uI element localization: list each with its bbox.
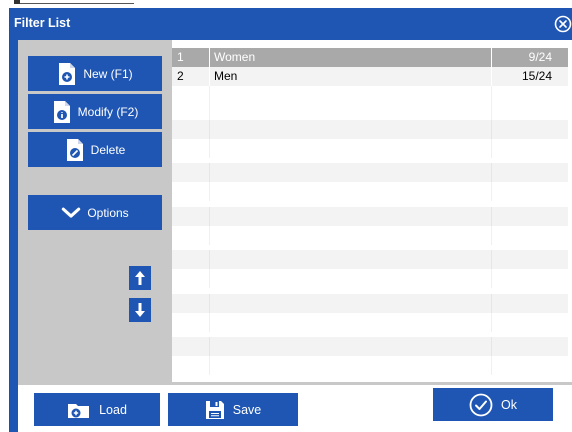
check-circle-icon xyxy=(469,393,493,416)
close-button[interactable] xyxy=(553,14,572,34)
empty-row xyxy=(172,86,568,120)
arrow-down-icon xyxy=(135,303,145,317)
empty-row xyxy=(172,337,568,356)
footer-divider xyxy=(18,382,572,385)
empty-row xyxy=(172,120,568,139)
empty-row xyxy=(172,250,568,269)
new-button[interactable]: New (F1) xyxy=(28,56,162,91)
ok-button[interactable]: Ok xyxy=(433,388,553,421)
window-title: Filter List xyxy=(14,16,71,30)
arrow-up-icon xyxy=(135,271,145,285)
document-delete-icon xyxy=(65,138,85,162)
empty-row xyxy=(172,207,568,226)
save-button[interactable]: Save xyxy=(168,393,298,426)
close-icon xyxy=(554,15,572,33)
empty-row xyxy=(172,269,568,288)
table-row[interactable]: 2 Men 15/24 xyxy=(172,67,568,86)
background-window-line xyxy=(14,0,134,4)
save-button-label: Save xyxy=(232,402,262,417)
delete-button[interactable]: Delete xyxy=(28,132,162,167)
empty-row xyxy=(172,139,568,158)
empty-row xyxy=(172,226,568,245)
row-name: Men xyxy=(210,67,492,86)
row-index: 1 xyxy=(172,48,210,67)
action-sidebar: New (F1) Modify (F2) Delete Options xyxy=(18,40,172,382)
modify-button-label: Modify (F2) xyxy=(77,104,139,119)
options-button[interactable]: Options xyxy=(28,195,162,230)
load-button[interactable]: Load xyxy=(34,393,160,426)
filter-list-dialog: Filter List New (F1) Modify (F2) Delete … xyxy=(9,8,572,432)
empty-row xyxy=(172,294,568,313)
empty-row xyxy=(172,313,568,332)
title-bar: Filter List xyxy=(10,8,572,40)
left-border-strip xyxy=(10,40,18,432)
new-button-label: New (F1) xyxy=(83,66,133,81)
row-count: 15/24 xyxy=(521,69,552,83)
delete-button-label: Delete xyxy=(90,142,126,157)
move-down-button[interactable] xyxy=(129,298,151,322)
empty-row xyxy=(172,182,568,201)
empty-row xyxy=(172,163,568,182)
options-button-label: Options xyxy=(87,205,129,220)
empty-row xyxy=(172,356,568,375)
load-button-label: Load xyxy=(99,402,127,417)
folder-icon xyxy=(68,403,90,418)
floppy-disk-icon xyxy=(205,400,224,419)
table-row[interactable]: 1 Women 9/24 xyxy=(172,48,568,67)
document-edit-icon xyxy=(52,100,72,124)
row-name: Women xyxy=(210,48,492,67)
chevron-down-icon xyxy=(61,201,81,225)
background-window-fragment xyxy=(0,0,572,8)
ok-button-label: Ok xyxy=(501,397,517,412)
document-add-icon xyxy=(57,62,77,86)
filter-list-grid: 1 Women 9/24 2 Men 15/24 xyxy=(172,48,572,380)
move-up-button[interactable] xyxy=(129,266,151,290)
row-index: 2 xyxy=(172,67,210,86)
modify-button[interactable]: Modify (F2) xyxy=(28,94,162,129)
row-count: 9/24 xyxy=(528,50,552,64)
